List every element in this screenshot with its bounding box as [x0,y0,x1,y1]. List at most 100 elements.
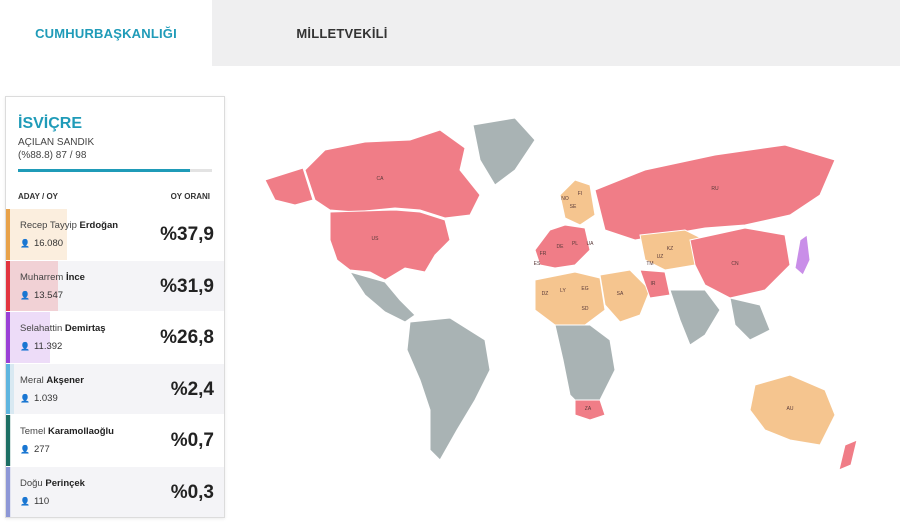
user-icon: 👤 [20,445,30,454]
candidate-name: Muharrem İnce [20,272,85,283]
map-region-greenland[interactable] [472,117,536,186]
candidate-first-name: Temel [20,426,48,437]
tab-milletvekili[interactable]: MİLLETVEKİLİ [212,0,472,66]
map-country-label: SE [570,204,577,210]
map-region-china[interactable] [689,227,791,299]
map-country-label: EG [581,286,588,292]
user-icon: 👤 [20,239,30,248]
map-country-label: SD [582,306,589,312]
candidate-vote-count: 16.080 [33,238,64,249]
map-country-label: IR [651,281,656,287]
candidate-name: Recep Tayyip Erdoğan [20,220,118,231]
candidate-first-name: Selahattin [20,323,65,334]
col-candidate: ADAY / OY [18,192,59,201]
results-panel: İSVİÇRE AÇILAN SANDIK (%88.8) 87 / 98 AD… [5,96,225,518]
candidate-row[interactable]: Muharrem İnce 👤 13.547 %31,9 [6,260,224,312]
candidate-share-bar [10,260,58,311]
candidate-color-stripe [6,363,10,414]
candidate-vote-count: 277 [33,444,50,455]
map-region-africa-north[interactable] [534,271,606,326]
country-title: İSVİÇRE [18,115,83,132]
results-table-header: ADAY / OY OY ORANI [6,185,224,207]
candidate-votes: 👤 277 [20,444,50,455]
map-country-label: PL [572,241,578,247]
ballot-progress-bar [18,169,212,172]
candidate-color-stripe [6,312,10,363]
candidate-vote-count: 1.039 [33,392,58,404]
candidate-name: Doğu Perinçek [20,478,85,489]
map-country-label: CA [377,176,385,182]
ballot-box-count: (%88.8) 87 / 98 [18,150,87,161]
candidate-last-name: Erdoğan [79,220,119,231]
user-icon: 👤 [20,342,30,351]
map-country-label: KZ [667,246,673,252]
map-country-label: SA [617,291,624,297]
candidate-last-name: Perinçek [45,477,85,489]
map-country-label: US [372,236,380,242]
map-region-india-se-asia[interactable] [669,289,721,346]
candidate-share-bar [10,312,51,363]
map-country-label: LY [560,288,566,294]
candidate-color-stripe [6,209,10,260]
candidate-first-name: Meral [20,374,47,386]
map-region-new-zealand[interactable] [838,439,858,471]
ballot-progress-fill [18,169,191,172]
candidate-votes: 👤 1.039 [20,393,58,404]
map-country-label: RU [711,186,719,192]
candidate-percentage: %0,3 [170,481,214,503]
candidate-percentage: %31,9 [160,275,214,297]
candidate-percentage: %2,4 [170,378,214,400]
tab-cumhurbaskanligi[interactable]: CUMHURBAŞKANLIĞI [0,0,212,66]
candidate-last-name: Demirtaş [64,323,106,334]
user-icon: 👤 [20,496,30,506]
map-country-label: FR [540,251,547,257]
map-country-label: ZA [585,406,592,412]
candidate-color-stripe [6,466,10,517]
map-region-north-america-canada[interactable] [304,129,481,219]
map-region-north-america-usa[interactable] [329,209,451,281]
candidate-percentage: %37,9 [160,224,214,245]
map-region-scandinavia[interactable] [559,179,596,226]
candidate-first-name: Doğu [20,477,46,489]
map-country-label: NO [561,196,569,202]
candidate-row[interactable]: Meral Akşener 👤 1.039 %2,4 [6,363,224,415]
map-country-label: FI [578,191,582,197]
candidate-first-name: Muharrem [20,271,66,283]
candidate-votes: 👤 110 [20,496,49,507]
col-rate: OY ORANI [170,192,210,201]
candidate-first-name: Recep Tayyip [20,220,80,231]
world-map[interactable]: CA US RU CN KZ AU ZA DZ EG SA LY SD FR ES DE PL UA FI NOSE… [245,100,895,500]
tab-bar: CUMHURBAŞKANLIĞI MİLLETVEKİLİ [0,0,900,66]
candidate-row[interactable]: Temel Karamollaoğlu 👤 277 %0,7 [6,415,224,467]
map-country-label: TM [646,261,653,267]
candidate-row[interactable]: Recep Tayyip Erdoğan 👤 16.080 %37,9 [6,209,224,261]
map-country-label: UA [587,241,595,247]
map-region-africa-south[interactable] [554,324,616,411]
map-region-russia[interactable] [594,144,836,241]
candidate-row[interactable]: Selahattin Demirtaş 👤 11.392 %26,8 [6,312,224,364]
candidate-color-stripe [6,415,10,466]
candidate-percentage: %26,8 [160,327,214,348]
map-country-label: DZ [542,291,549,297]
map-country-label: DE [557,244,565,250]
map-region-se-asia[interactable] [729,297,771,341]
map-region-mexico-central[interactable] [348,271,416,323]
map-country-label: CN [731,261,739,267]
candidate-votes: 👤 11.392 [20,341,62,352]
candidate-votes: 👤 16.080 [20,238,63,249]
user-icon: 👤 [20,290,30,300]
ballot-box-label: AÇILAN SANDIK [18,137,95,148]
candidate-vote-count: 11.392 [33,341,63,352]
candidate-percentage: %0,7 [170,430,214,451]
candidate-vote-count: 110 [33,495,50,507]
map-country-label: UZ [657,254,664,260]
map-region-japan[interactable] [794,234,811,276]
candidate-vote-count: 13.547 [33,289,64,301]
candidate-share-bar [10,363,14,414]
map-region-south-america[interactable] [406,317,491,461]
candidate-share-bar [10,209,67,260]
candidate-last-name: Akşener [46,374,84,386]
candidate-list: Recep Tayyip Erdoğan 👤 16.080 %37,9 Muharrem… [6,209,224,517]
candidate-name: Meral Akşener [20,375,84,386]
candidate-row[interactable]: Doğu Perinçek 👤 110 %0,3 [6,466,224,517]
